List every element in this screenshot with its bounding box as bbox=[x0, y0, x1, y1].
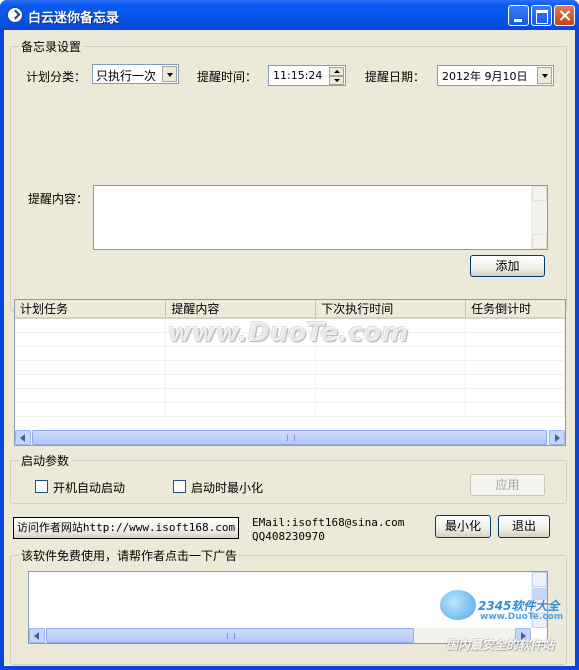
task-list-hscroll[interactable] bbox=[15, 430, 565, 445]
autostart-checkbox[interactable] bbox=[35, 480, 48, 493]
apply-button[interactable]: 应用 bbox=[470, 474, 545, 496]
window-title: 白云迷你备忘录 bbox=[28, 11, 120, 26]
visit-website-button[interactable]: 访问作者网站http://www.isoft168.com bbox=[13, 517, 239, 539]
content-label: 提醒内容： bbox=[28, 192, 89, 206]
date-label: 提醒日期： bbox=[365, 70, 426, 84]
scroll-up-icon[interactable] bbox=[532, 186, 547, 201]
time-input[interactable]: 11:15:24 bbox=[268, 65, 346, 86]
col-content[interactable]: 提醒内容 bbox=[165, 300, 317, 319]
grip-icon bbox=[227, 633, 235, 639]
start-minimized-checkbox[interactable] bbox=[173, 480, 186, 493]
qq-text: QQ408230970 bbox=[252, 530, 325, 543]
col-next-time[interactable]: 下次执行时间 bbox=[315, 300, 467, 319]
table-row bbox=[15, 360, 565, 375]
col-countdown[interactable]: 任务倒计时 bbox=[465, 300, 565, 319]
grip-icon bbox=[287, 435, 295, 441]
maximize-window-icon[interactable] bbox=[531, 5, 552, 26]
chevron-down-icon[interactable] bbox=[162, 66, 177, 82]
brand-url-watermark: www.DuoTe.com bbox=[480, 612, 564, 622]
ad-group-title: 该软件免费使用，请帮作者点击一下广告 bbox=[19, 547, 240, 564]
scroll-thumb[interactable] bbox=[32, 430, 547, 445]
content-scrollbar[interactable] bbox=[531, 186, 547, 249]
chevron-down-icon[interactable] bbox=[537, 67, 552, 84]
col-task[interactable]: 计划任务 bbox=[15, 300, 167, 319]
scroll-up-icon[interactable] bbox=[532, 572, 547, 587]
date-picker-value: 2012年 9月10日 bbox=[442, 70, 528, 83]
slogan-watermark: 国内最安全的软件站 bbox=[446, 638, 555, 652]
table-row bbox=[15, 374, 565, 389]
scroll-down-icon[interactable] bbox=[532, 234, 547, 249]
category-select[interactable]: 只执行一次 bbox=[92, 64, 179, 84]
start-minimized-label[interactable]: 启动时最小化 bbox=[191, 479, 263, 496]
close-window-icon[interactable] bbox=[554, 5, 575, 26]
scroll-right-icon[interactable] bbox=[549, 430, 565, 445]
app-window: 白云迷你备忘录 备忘录设置 计划分类： 只执行一次 提醒时间： 11:15:24… bbox=[0, 0, 579, 670]
table-row bbox=[15, 388, 565, 403]
minimize-button[interactable]: 最小化 bbox=[435, 515, 491, 538]
table-row bbox=[15, 402, 565, 417]
exit-button[interactable]: 退出 bbox=[498, 515, 550, 538]
email-text: EMail:isoft168@sina.com bbox=[252, 516, 405, 529]
client-area: 备忘录设置 计划分类： 只执行一次 提醒时间： 11:15:24 提醒日期： 2… bbox=[4, 30, 575, 666]
spin-up-icon[interactable] bbox=[329, 67, 344, 76]
title-bar[interactable]: 白云迷你备忘录 bbox=[0, 0, 579, 30]
autostart-label[interactable]: 开机自动启动 bbox=[53, 479, 125, 496]
content-textarea[interactable] bbox=[93, 185, 548, 250]
mascot-icon bbox=[440, 590, 476, 620]
table-row bbox=[15, 346, 565, 361]
app-icon[interactable] bbox=[7, 7, 23, 23]
spin-down-icon[interactable] bbox=[329, 76, 344, 85]
add-button[interactable]: 添加 bbox=[470, 255, 545, 277]
category-select-value: 只执行一次 bbox=[96, 69, 157, 83]
startup-group-title: 启动参数 bbox=[19, 452, 72, 469]
minimize-window-icon[interactable] bbox=[508, 5, 529, 26]
duote-watermark: www.DuoTe.com bbox=[168, 318, 409, 348]
scroll-thumb[interactable] bbox=[46, 628, 414, 643]
date-picker[interactable]: 2012年 9月10日 bbox=[437, 65, 554, 86]
time-label: 提醒时间： bbox=[197, 70, 258, 84]
settings-group-title: 备忘录设置 bbox=[19, 38, 84, 55]
category-label: 计划分类： bbox=[26, 70, 87, 84]
scroll-left-icon[interactable] bbox=[15, 430, 31, 445]
scroll-left-icon[interactable] bbox=[29, 628, 45, 643]
time-input-value: 11:15:24 bbox=[273, 69, 323, 82]
